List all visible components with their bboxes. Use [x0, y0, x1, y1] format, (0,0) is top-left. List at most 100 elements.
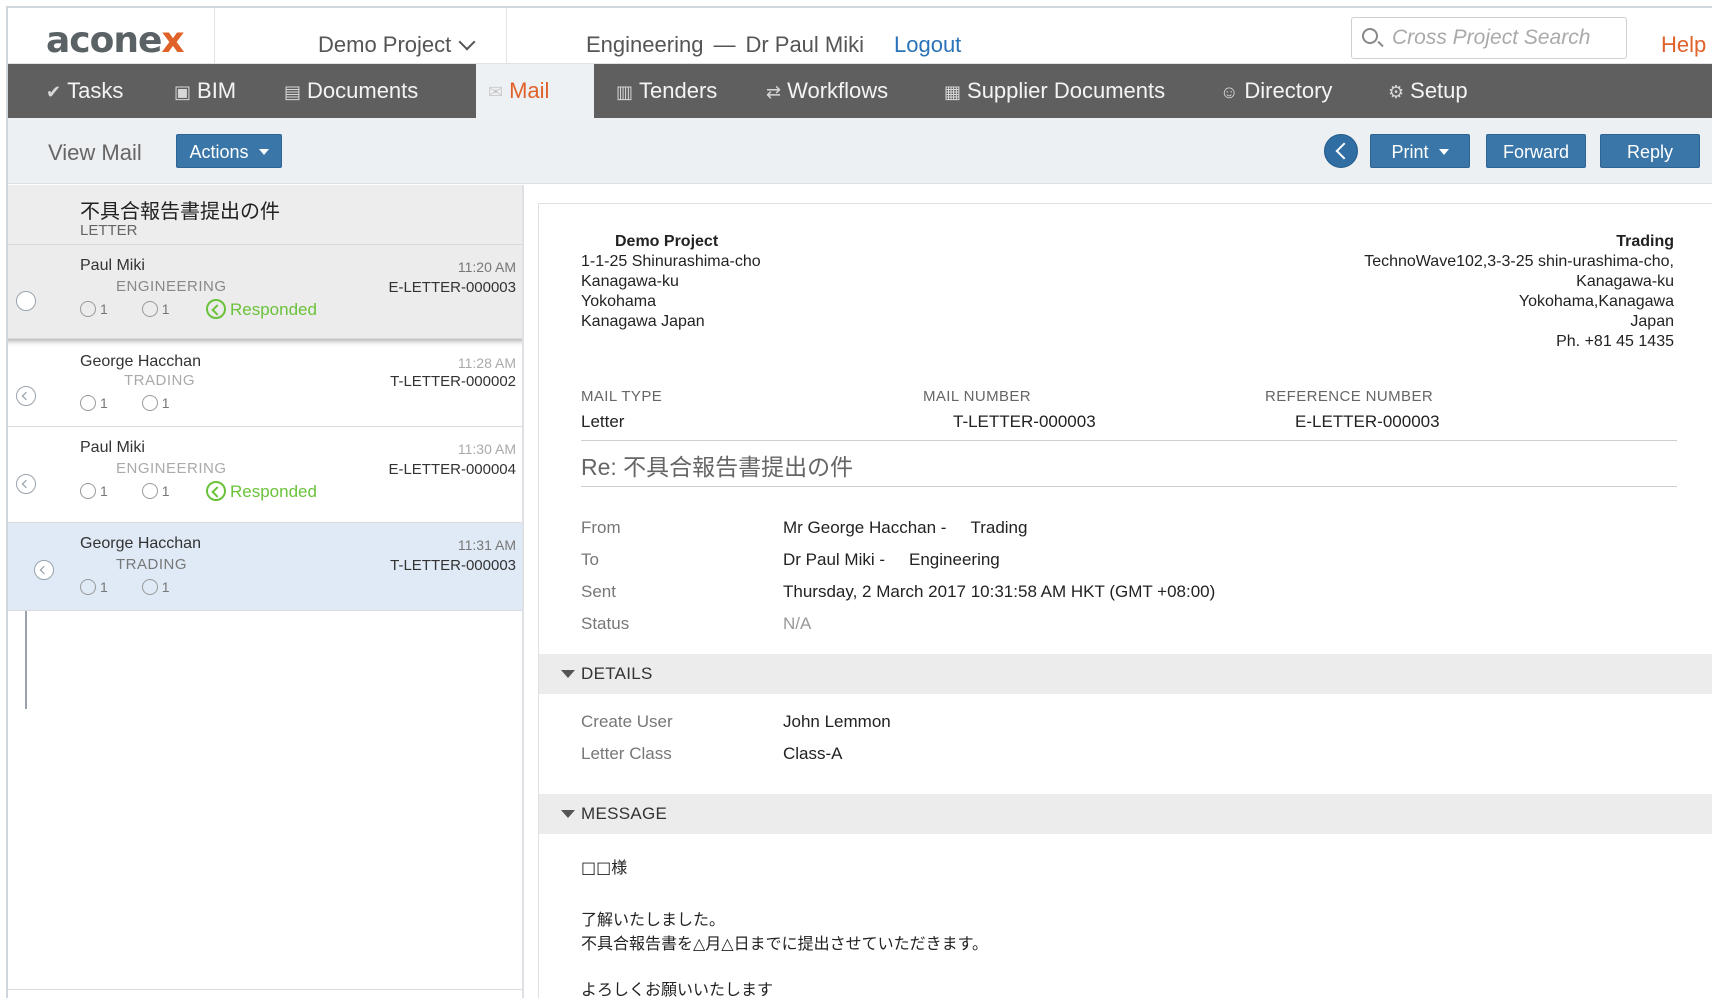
- nav-documents[interactable]: ▤ Documents: [284, 64, 454, 118]
- message-label: MESSAGE: [581, 804, 668, 823]
- group-icon: [80, 395, 96, 411]
- thread-item[interactable]: George Hacchan TRADING 11:28 AM T-LETTER…: [8, 339, 522, 427]
- from-org: Trading: [970, 518, 1028, 537]
- recipient-person-count: 1: [141, 483, 170, 499]
- actions-button[interactable]: Actions: [176, 134, 282, 168]
- person-icon: [141, 395, 158, 411]
- cross-project-search[interactable]: [1351, 17, 1627, 59]
- count-value: 1: [161, 579, 170, 595]
- recipient-group-count: 1: [80, 395, 108, 411]
- nav-tasks[interactable]: ✔ Tasks: [46, 64, 136, 118]
- mail-time: 11:31 AM: [457, 537, 516, 553]
- back-button[interactable]: [1324, 134, 1358, 168]
- project-selector[interactable]: Demo Project: [318, 32, 476, 58]
- thread-item[interactable]: Paul Miki ENGINEERING 11:20 AM E-LETTER-…: [8, 245, 522, 339]
- sender-name: Paul Miki: [80, 257, 145, 274]
- user-org: Engineering: [586, 32, 704, 57]
- message-greeting: □□様: [581, 858, 628, 877]
- to-org: Engineering: [909, 550, 1000, 569]
- user-separator: —: [713, 32, 736, 57]
- mail-number: E-LETTER-000003: [388, 279, 516, 296]
- mail-type-label: MAIL TYPE: [581, 388, 663, 405]
- count-value: 1: [161, 395, 170, 411]
- recipient-counts: 11: [80, 395, 204, 411]
- reply-node-icon: [34, 560, 54, 580]
- thread-list: 不具合報告書提出の件 LETTER Paul Miki ENGINEERING …: [8, 185, 524, 998]
- divider: [214, 8, 215, 64]
- aconex-logo[interactable]: aconex: [46, 20, 185, 61]
- create-user-value: John Lemmon: [783, 712, 891, 731]
- recipient-person-count: 1: [141, 395, 170, 411]
- workflow-icon: ⇄: [766, 82, 782, 102]
- thread-item[interactable]: Paul Miki ENGINEERING 11:30 AM E-LETTER-…: [8, 427, 522, 523]
- letter-class-label: Letter Class: [581, 744, 672, 763]
- reference-number-value[interactable]: E-LETTER-000003: [1295, 412, 1440, 432]
- nav-mail[interactable]: ✉ Mail: [476, 64, 594, 118]
- document-icon: ▤: [284, 82, 302, 102]
- nav-workflows[interactable]: ⇄ Workflows: [766, 64, 926, 118]
- reply-button[interactable]: Reply: [1600, 134, 1700, 168]
- count-value: 1: [100, 301, 108, 317]
- chevron-down-icon: [458, 33, 476, 51]
- main-nav: ✔ Tasks ▣ BIM ▤ Documents ✉ Mail ▥ Tenders ⇄ W…: [8, 64, 1712, 118]
- nav-setup[interactable]: ⚙ Setup: [1388, 64, 1488, 118]
- from-value[interactable]: Mr George Hacchan - Trading: [783, 518, 1027, 538]
- thread-root-node-icon: [16, 291, 36, 311]
- tender-icon: ▥: [616, 82, 634, 102]
- nav-supplier-documents[interactable]: ▦ Supplier Documents: [944, 64, 1174, 118]
- message-section-header[interactable]: MESSAGE: [539, 794, 1712, 834]
- group-icon: [80, 483, 96, 499]
- search-results-pager: [8, 989, 522, 998]
- print-label: Print: [1391, 142, 1429, 162]
- reply-node-icon: [16, 474, 36, 494]
- sent-value: Thursday, 2 March 2017 10:31:58 AM HKT (…: [783, 582, 1216, 601]
- address-line: 1-1-25 Shinurashima-cho: [581, 253, 761, 270]
- nav-bim[interactable]: ▣ BIM: [174, 64, 264, 118]
- reply-icon: [206, 481, 226, 501]
- nav-directory[interactable]: ☺ Directory: [1220, 64, 1354, 118]
- create-user-label: Create User: [581, 712, 673, 731]
- logout-link[interactable]: Logout: [894, 32, 961, 58]
- thread-item-selected[interactable]: George Hacchan TRADING 11:31 AM T-LETTER…: [8, 523, 522, 611]
- mail-type-value: Letter: [581, 412, 625, 431]
- mail-number: E-LETTER-000004: [388, 461, 516, 478]
- search-input[interactable]: [1392, 24, 1618, 52]
- address-line: Yokohama: [581, 293, 657, 310]
- nav-tenders[interactable]: ▥ Tenders: [616, 64, 746, 118]
- sender-address-name: Demo Project: [615, 233, 719, 250]
- user-info: Engineering — Dr Paul Miki: [586, 32, 864, 58]
- recipient-address: Trading TechnoWave102,3-3-25 shin-urashi…: [1364, 232, 1674, 352]
- user-name: Dr Paul Miki: [745, 32, 865, 57]
- print-button[interactable]: Print: [1370, 134, 1470, 168]
- recipient-counts: 11: [80, 301, 204, 317]
- details-section-header[interactable]: DETAILS: [539, 654, 1712, 694]
- collapse-triangle-icon: [561, 810, 575, 818]
- mail-subject: Re: 不具合報告書提出の件: [581, 454, 854, 480]
- to-value[interactable]: Dr Paul Miki - Engineering: [783, 550, 1000, 570]
- recipient-group-count: 1: [80, 579, 108, 595]
- person-icon: [141, 483, 158, 499]
- address-phone: Ph. +81 45 1435: [1556, 333, 1674, 350]
- recipient-person-count: 1: [141, 579, 170, 595]
- nav-label: Workflows: [787, 78, 889, 103]
- status-value: N/A: [783, 614, 812, 633]
- count-value: 1: [161, 301, 170, 317]
- nav-label: Setup: [1410, 78, 1468, 103]
- nav-label: Documents: [307, 78, 419, 103]
- envelope-icon: ✉: [488, 82, 504, 102]
- person-icon: [141, 579, 158, 595]
- recipient-group-count: 1: [80, 483, 108, 499]
- responded-label: Responded: [230, 482, 317, 501]
- recipient-counts: 11: [80, 579, 204, 595]
- nav-label: Supplier Documents: [967, 78, 1166, 103]
- details-label: DETAILS: [581, 664, 653, 683]
- nav-label: BIM: [197, 78, 237, 103]
- responded-badge: Responded: [206, 481, 317, 502]
- forward-button[interactable]: Forward: [1486, 134, 1586, 168]
- help-link[interactable]: Help: [1661, 32, 1706, 58]
- status-label: Status: [581, 614, 630, 633]
- address-line: Yokohama,Kanagawa: [1518, 293, 1674, 310]
- to-name: Dr Paul Miki -: [783, 550, 886, 569]
- supplier-docs-icon: ▦: [944, 82, 962, 102]
- from-label: From: [581, 518, 621, 537]
